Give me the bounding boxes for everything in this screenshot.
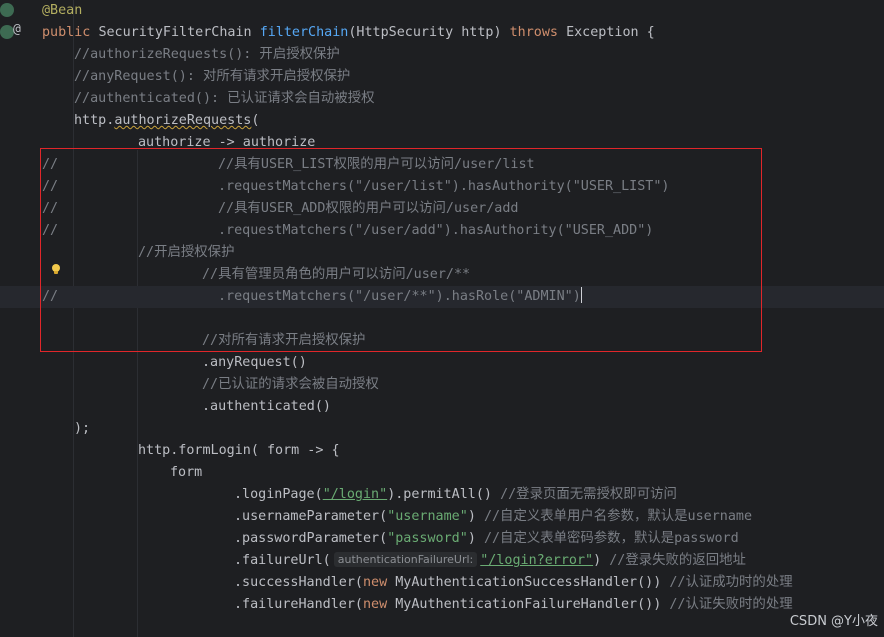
code-comment: //自定义表单用户名参数，默认是username (483, 509, 753, 524)
code-statement: .anyRequest() (202, 355, 307, 370)
code-text: .passwordParameter( (234, 531, 388, 546)
code-text: .successHandler( (234, 575, 363, 590)
code-comment: //anyRequest(): 对所有请求开启授权保护 (74, 69, 351, 84)
watermark: CSDN @Y小夜 (789, 614, 878, 629)
method-signature: public SecurityFilterChain filterChain(H… (42, 22, 655, 44)
type-name: MyAuthenticationSuccessHandler (395, 575, 638, 590)
deprecated-method[interactable]: authorizeRequests (114, 113, 251, 128)
string-literal: "/login" (322, 487, 388, 502)
code-statement: .passwordParameter("password") //自定义表单密码… (234, 528, 739, 550)
code-statement: .authenticated() (202, 399, 331, 414)
code-text: .loginPage( (234, 487, 323, 502)
type-name: MyAuthenticationFailureHandler (395, 597, 638, 612)
code-comment: //登录页面无需授权即可访问 (500, 487, 677, 502)
type-name: SecurityFilterChain (98, 25, 252, 40)
string-literal: "/login?error" (480, 553, 594, 568)
code-statement: http.authorizeRequests( (74, 110, 259, 132)
code-text: .usernameParameter( (234, 509, 388, 524)
code-text: ( (251, 113, 260, 128)
keyword-new: new (363, 575, 388, 590)
highlight-box (40, 148, 762, 352)
method-name: filterChain (259, 25, 349, 40)
code-comment: //authenticated(): 已认证请求会自动被授权 (74, 91, 375, 106)
exception: Exception { (566, 25, 655, 40)
code-statement: .failureUrl(authenticationFailureUrl: "/l… (234, 550, 746, 572)
keyword-new: new (363, 597, 388, 612)
code-text: ).permitAll() (387, 487, 492, 502)
params: (HttpSecurity http) (348, 25, 502, 40)
code-comment: //自定义表单密码参数，默认是password (483, 531, 739, 546)
code-statement: .successHandler(new MyAuthenticationSucc… (234, 572, 793, 594)
code-text: http. (74, 113, 115, 128)
code-comment: //登录失败的返回地址 (609, 553, 746, 568)
code-statement: http.formLogin( form -> { (138, 443, 340, 458)
code-statement: .failureHandler(new MyAuthenticationFail… (234, 594, 793, 616)
code-comment: //已认证的请求会被自动授权 (202, 377, 379, 392)
parameter-name-hint: authenticationFailureUrl: (333, 552, 478, 567)
code-statement: .loginPage("/login").permitAll() //登录页面无… (234, 484, 677, 506)
code-line: @Bean (0, 0, 884, 22)
code-comment: //认证成功时的处理 (669, 575, 793, 590)
code-text: ()) (637, 597, 662, 612)
keyword-public: public (42, 25, 91, 40)
code-text: .failureHandler( (234, 597, 363, 612)
code-text: ) (467, 531, 476, 546)
code-text: .failureUrl( (234, 553, 331, 568)
code-statement: .usernameParameter("username") //自定义表单用户… (234, 506, 752, 528)
code-comment: //authorizeRequests(): 开启授权保护 (74, 47, 340, 62)
code-text: ) (593, 553, 602, 568)
annotation-bean: @Bean (42, 3, 83, 18)
code-comment: //认证失败时的处理 (669, 597, 793, 612)
code-line: public SecurityFilterChain filterChain(H… (0, 22, 884, 44)
string-literal: "password" (387, 531, 468, 546)
keyword-throws: throws (509, 25, 558, 40)
code-statement: ); (74, 421, 91, 436)
code-text: ) (467, 509, 476, 524)
string-literal: "username" (387, 509, 468, 524)
code-text: ()) (637, 575, 662, 590)
code-statement: form (170, 465, 203, 480)
